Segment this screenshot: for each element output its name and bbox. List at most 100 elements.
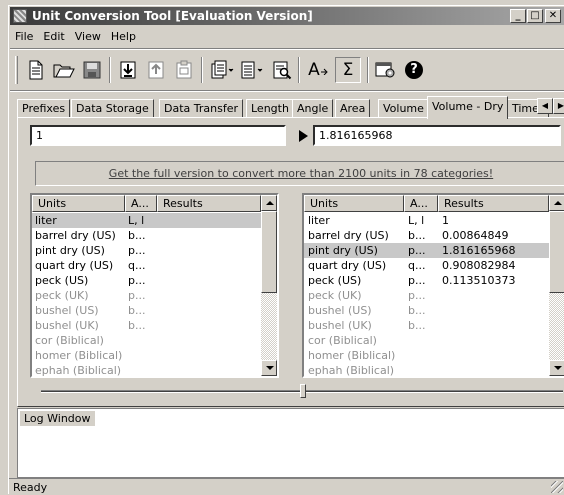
- print-preview-icon[interactable]: [269, 57, 295, 83]
- menu-separator: [10, 48, 564, 50]
- list-item[interactable]: peck (US) p... 0.113510373: [304, 273, 549, 288]
- export-icon[interactable]: [143, 57, 169, 83]
- tab-volume[interactable]: Volume: [378, 99, 429, 118]
- cell-result: 0.00864849: [442, 229, 509, 242]
- tab-data-storage[interactable]: Data Storage: [71, 99, 154, 118]
- minimize-button[interactable]: _: [510, 9, 526, 23]
- results-units-list[interactable]: Units A... Results liter L, l 1 barrel dry …: [302, 193, 564, 378]
- scroll-down-button[interactable]: [261, 360, 277, 376]
- list-item[interactable]: bushel (UK) b...: [32, 318, 261, 333]
- cell-result: 1.816165968: [442, 244, 516, 257]
- list-item[interactable]: homer (Biblical): [32, 348, 261, 363]
- cell-abbr: b...: [128, 319, 146, 332]
- maximize-button[interactable]: □: [527, 9, 543, 23]
- window-title: Unit Conversion Tool [Evaluation Version…: [32, 9, 313, 23]
- cell-unit: ephah (Biblical): [35, 364, 122, 377]
- cell-abbr: q...: [128, 259, 146, 272]
- tab-scroll-left[interactable]: ◀: [537, 98, 553, 114]
- toolbar-separator: [109, 57, 111, 83]
- new-document-icon[interactable]: [23, 57, 49, 83]
- input-value-field[interactable]: 1: [30, 125, 286, 146]
- cell-unit: peck (UK): [308, 289, 362, 302]
- column-header-abbr[interactable]: A...: [125, 195, 157, 212]
- cell-unit: homer (Biblical): [308, 349, 396, 362]
- list-item[interactable]: quart dry (US) q...: [32, 258, 261, 273]
- full-version-link[interactable]: Get the full version to convert more tha…: [35, 161, 564, 186]
- open-folder-icon[interactable]: [51, 57, 77, 83]
- menu-view[interactable]: View: [70, 27, 106, 43]
- column-header-units[interactable]: Units: [304, 195, 404, 212]
- column-header-results[interactable]: Results: [157, 195, 261, 212]
- cell-abbr: L, l: [408, 214, 425, 227]
- list-item[interactable]: barrel dry (US) b...: [32, 228, 261, 243]
- cell-unit: liter: [35, 214, 57, 227]
- menu-help[interactable]: Help: [106, 27, 141, 43]
- cell-abbr: p...: [128, 274, 146, 287]
- list-item[interactable]: bushel (UK) b...: [304, 318, 549, 333]
- tab-prefixes[interactable]: Prefixes: [17, 99, 71, 118]
- source-units-list[interactable]: Units A... Results liter L, l barrel dry (…: [30, 193, 279, 378]
- menu-file[interactable]: File: [10, 27, 38, 43]
- list-item[interactable]: peck (US) p...: [32, 273, 261, 288]
- results-list-scrollbar[interactable]: [549, 195, 564, 376]
- column-header-units[interactable]: Units: [32, 195, 125, 212]
- source-list-scrollbar[interactable]: [261, 195, 277, 376]
- print-icon[interactable]: [239, 57, 265, 83]
- scroll-up-button[interactable]: [549, 195, 564, 211]
- copy-icon[interactable]: [209, 57, 235, 83]
- scroll-thumb[interactable]: [549, 211, 564, 293]
- list-item[interactable]: homer (Biblical): [304, 348, 549, 363]
- menu-edit[interactable]: Edit: [38, 27, 69, 43]
- list-item[interactable]: ephah (Biblical): [32, 363, 261, 377]
- close-button[interactable]: ✕: [545, 9, 561, 23]
- toolbar-grip[interactable]: [15, 56, 18, 84]
- import-icon[interactable]: [115, 57, 141, 83]
- cell-unit: quart dry (US): [35, 259, 114, 272]
- list-item[interactable]: liter L, l: [32, 213, 261, 228]
- status-text: Ready: [13, 481, 48, 494]
- tab-volume-dry[interactable]: Volume - Dry: [427, 96, 509, 119]
- tab-area[interactable]: Area: [335, 99, 371, 118]
- list-item[interactable]: peck (UK) p...: [304, 288, 549, 303]
- tab-scroll-right[interactable]: ▶: [553, 98, 564, 114]
- list-item[interactable]: quart dry (US) q... 0.908082984: [304, 258, 549, 273]
- sum-icon[interactable]: Σ: [335, 57, 361, 83]
- resize-grip[interactable]: [551, 481, 563, 493]
- settings-icon[interactable]: [373, 57, 399, 83]
- cell-unit: cor (Biblical): [35, 334, 104, 347]
- help-icon[interactable]: ?: [401, 57, 427, 83]
- list-item[interactable]: bushel (US) b...: [32, 303, 261, 318]
- list-item[interactable]: liter L, l 1: [304, 213, 549, 228]
- scroll-up-button[interactable]: [261, 195, 277, 211]
- list-item[interactable]: barrel dry (US) b... 0.00864849: [304, 228, 549, 243]
- list-item[interactable]: pint dry (US) p...: [32, 243, 261, 258]
- save-icon[interactable]: [79, 57, 105, 83]
- font-icon[interactable]: A: [305, 57, 331, 83]
- cell-unit: pint dry (US): [308, 244, 378, 257]
- list-item[interactable]: peck (UK) p...: [32, 288, 261, 303]
- cell-unit: peck (UK): [35, 289, 89, 302]
- tab-length[interactable]: Length: [246, 99, 294, 118]
- title-bar[interactable]: Unit Conversion Tool [Evaluation Version…: [10, 7, 564, 25]
- list-item[interactable]: cor (Biblical): [32, 333, 261, 348]
- log-window[interactable]: Log Window: [17, 408, 564, 478]
- menu-bar: File Edit View Help: [10, 27, 564, 47]
- list-item[interactable]: ephah (Biblical): [304, 363, 549, 376]
- toolbar: A Σ ?: [13, 52, 560, 88]
- list-item[interactable]: pint dry (US) p... 1.816165968: [304, 243, 549, 258]
- cell-unit: bushel (UK): [308, 319, 372, 332]
- log-window-tab[interactable]: Log Window: [20, 411, 95, 426]
- paste-icon[interactable]: [171, 57, 197, 83]
- status-bar: Ready: [9, 478, 564, 495]
- list-item[interactable]: cor (Biblical): [304, 333, 549, 348]
- column-header-abbr[interactable]: A...: [404, 195, 438, 212]
- output-value-field[interactable]: 1.816165968: [313, 125, 561, 146]
- list-item[interactable]: bushel (US) b...: [304, 303, 549, 318]
- splitter-slider-thumb[interactable]: [300, 384, 306, 398]
- tab-angle[interactable]: Angle: [292, 99, 334, 118]
- tab-data-transfer[interactable]: Data Transfer: [159, 99, 243, 118]
- scroll-thumb[interactable]: [261, 211, 277, 293]
- cell-unit: barrel dry (US): [308, 229, 389, 242]
- scroll-down-button[interactable]: [549, 360, 564, 376]
- column-header-results[interactable]: Results: [438, 195, 549, 212]
